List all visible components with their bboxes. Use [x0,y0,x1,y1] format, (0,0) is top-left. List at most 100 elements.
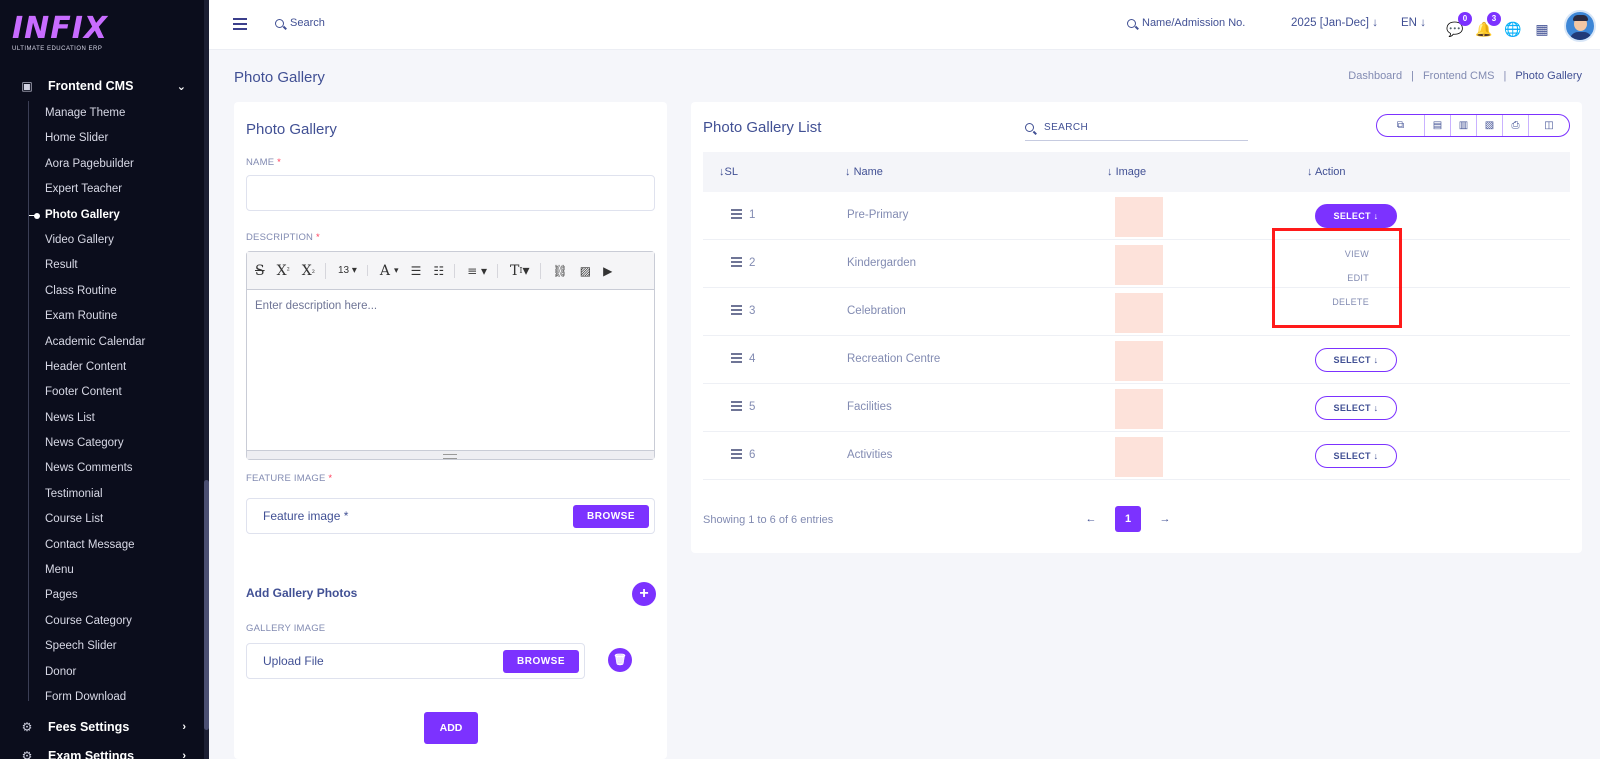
column-name[interactable]: ↓ Name [845,166,883,178]
sidebar-item-academic-calendar[interactable]: Academic Calendar [0,330,204,355]
photo-gallery-form: Photo Gallery NAME * DESCRIPTION * S X² … [234,102,667,759]
sidebar-item-video-gallery[interactable]: Video Gallery [0,228,204,253]
name-field[interactable] [246,175,655,211]
language-value: EN [1401,17,1417,29]
sidebar-scrollbar[interactable] [204,0,209,759]
feature-image-field[interactable]: Feature image * BROWSE [246,498,655,534]
sidebar-group-frontend-cms[interactable]: ▣ Frontend CMS ⌄ [0,74,204,98]
bullet-list-icon[interactable]: ☰ [411,264,422,278]
drag-handle-icon[interactable] [731,449,742,461]
add-button[interactable]: ADD [424,712,478,744]
sidebar-item-footer-content[interactable]: Footer Content [0,380,204,405]
strikethrough-icon[interactable]: S [255,263,265,279]
sidebar-item-home-slider[interactable]: Home Slider [0,126,204,151]
subscript-icon[interactable]: X₂ [302,262,326,279]
chart-icon[interactable]: ▦ [1533,20,1551,38]
sidebar-item-photo-gallery[interactable]: Photo Gallery [0,203,204,228]
sidebar-item-form-download[interactable]: Form Download [0,685,204,710]
arrow-right-icon[interactable]: → [1155,513,1175,525]
sidebar-item-aora-pagebuilder[interactable]: Aora Pagebuilder [0,152,204,177]
avatar[interactable] [1564,10,1596,42]
link-icon[interactable]: ⛓ [553,264,568,278]
select-button[interactable]: SELECT ↓ [1315,444,1397,468]
pdf-icon[interactable]: ▧ [1477,115,1503,136]
drag-handle-icon[interactable] [731,209,742,221]
drag-handle-icon[interactable] [731,305,742,317]
sidebar-item-course-list[interactable]: Course List [0,507,204,532]
chat-icon[interactable]: 💬 0 [1446,12,1472,38]
table-search[interactable]: SEARCH [1025,115,1248,141]
sidebar-item-course-category[interactable]: Course Category [0,609,204,634]
sidebar-item-donor[interactable]: Donor [0,660,204,685]
select-button[interactable]: SELECT ↓ [1315,348,1397,372]
sidebar-item-testimonial[interactable]: Testimonial [0,482,204,507]
select-button[interactable]: SELECT ↓ [1315,204,1397,228]
infix-logo[interactable]: INFIX ULTIMATE EDUCATION ERP [12,14,122,56]
sidebar-item-manage-theme[interactable]: Manage Theme [0,101,204,126]
sidebar-item-contact-message[interactable]: Contact Message [0,533,204,558]
description-textarea[interactable]: Enter description here... [247,290,654,446]
editor-resize-handle[interactable] [247,450,654,459]
sidebar-item-speech-slider[interactable]: Speech Slider [0,634,204,659]
sidebar-item-header-content[interactable]: Header Content [0,355,204,380]
superscript-icon[interactable]: X² [277,263,290,279]
sidebar-group-label: Frontend CMS [48,79,134,93]
feature-browse-button[interactable]: BROWSE [573,504,649,528]
table-search-input[interactable]: SEARCH [1044,122,1088,133]
sidebar-item-news-comments[interactable]: News Comments [0,456,204,481]
columns-icon[interactable]: ◫ [1529,115,1569,136]
sidebar-item-news-category[interactable]: News Category [0,431,204,456]
menu-toggle-icon[interactable] [233,18,247,30]
arrow-left-icon[interactable]: ← [1081,513,1101,525]
print-icon[interactable]: ⎙ [1503,115,1529,136]
font-color-icon[interactable]: A [380,263,390,279]
menu-item-view[interactable]: VIEW [1345,249,1369,259]
drag-handle-icon[interactable] [731,353,742,365]
drag-handle-icon[interactable] [731,401,742,413]
excel-icon[interactable]: ▤ [1425,115,1451,136]
align-icon[interactable]: ≡ ▾ [467,263,498,278]
sidebar-item-news-list[interactable]: News List [0,406,204,431]
video-icon[interactable]: ▶ [603,264,612,278]
sidebar-item-class-routine[interactable]: Class Routine [0,279,204,304]
trash-icon[interactable]: 🗑 [608,648,632,672]
csv-icon[interactable]: ▥ [1451,115,1477,136]
admission-search[interactable]: Name/Admission No. [1127,17,1245,29]
search-input[interactable]: Search [290,17,325,29]
select-button[interactable]: SELECT ↓ [1315,396,1397,420]
page-button[interactable]: 1 [1115,506,1141,532]
bell-icon[interactable]: 🔔 3 [1475,12,1501,38]
globe-icon[interactable]: 🌐 [1504,20,1522,38]
scrollbar-thumb[interactable] [204,480,209,730]
sidebar-group-fees-settings[interactable]: ⚙ Fees Settings › [0,715,204,739]
menu-item-edit[interactable]: EDIT [1347,273,1369,283]
sidebar-item-menu[interactable]: Menu [0,558,204,583]
font-color-dropdown-icon[interactable]: ▾ [394,266,399,276]
academic-year-select[interactable]: 2025 [Jan-Dec] ↓ [1291,17,1378,29]
column-action[interactable]: ↓ Action [1307,166,1346,178]
breadcrumb-frontend-cms[interactable]: Frontend CMS [1423,70,1495,82]
sidebar-item-result[interactable]: Result [0,253,204,278]
table-info: Showing 1 to 6 of 6 entries [703,514,834,526]
gallery-image-field[interactable]: Upload File BROWSE [246,643,585,679]
sidebar-item-expert-teacher[interactable]: Expert Teacher [0,177,204,202]
menu-item-delete[interactable]: DELETE [1332,297,1369,307]
drag-handle-icon[interactable] [731,257,742,269]
language-select[interactable]: EN ↓ [1401,17,1426,29]
column-sl[interactable]: ↓SL [719,166,738,178]
image-icon[interactable]: ▨ [580,264,591,278]
row-sl: 6 [749,449,756,461]
sidebar-group-exam-settings[interactable]: ⚙ Exam Settings › [0,744,204,759]
admission-search-input[interactable]: Name/Admission No. [1142,17,1245,29]
numbered-list-icon[interactable]: ☷ [433,263,456,278]
text-style-icon[interactable]: TI ▾ [510,262,541,279]
gallery-browse-button[interactable]: BROWSE [503,649,579,673]
copy-icon[interactable]: ⧉ [1377,115,1425,136]
add-photo-row-button[interactable]: + [632,582,656,606]
global-search[interactable]: Search [275,17,325,29]
font-size-select[interactable]: 13 ▾ [338,265,368,276]
sidebar-item-exam-routine[interactable]: Exam Routine [0,304,204,329]
breadcrumb-dashboard[interactable]: Dashboard [1348,70,1402,82]
column-image[interactable]: ↓ Image [1107,166,1146,178]
sidebar-item-pages[interactable]: Pages [0,583,204,608]
